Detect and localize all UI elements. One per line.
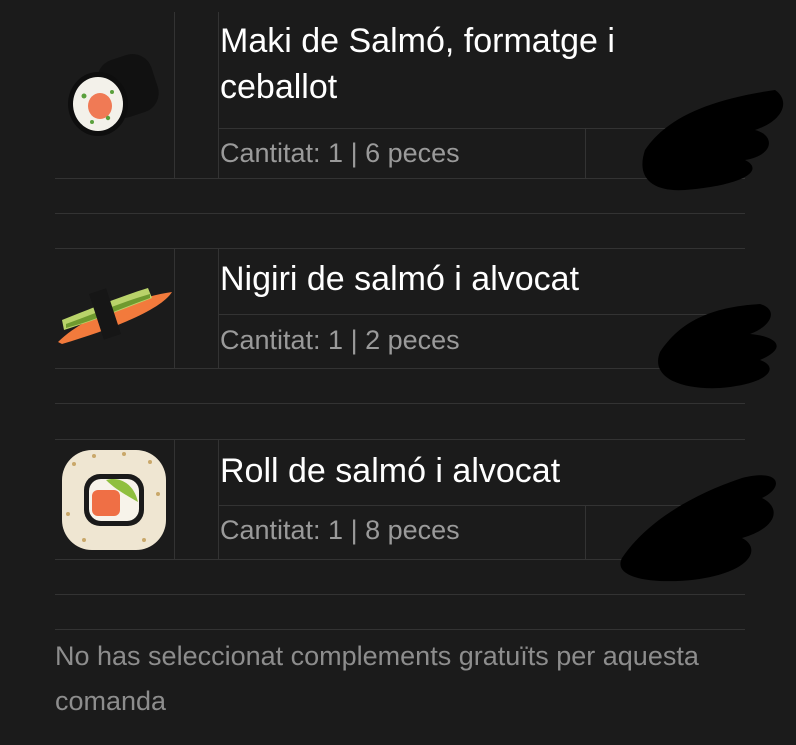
section-divider [55,403,745,404]
cell-divider [585,505,586,559]
free-extras-note: No has seleccionat complements gratuïts … [55,641,699,716]
item-quantity: Cantitat: 1 | 6 peces [220,138,460,168]
price-redaction [620,475,776,582]
item-title: Nigiri de salmó i alvocat [220,260,580,298]
section-divider [55,629,745,630]
item-quantity: Cantitat: 1 | 2 peces [220,325,460,355]
section-divider [55,439,745,440]
cell-divider [218,439,219,559]
price-redaction [642,90,784,191]
cell-divider [174,439,175,559]
cell-divider [585,128,586,178]
cell-divider [174,12,175,178]
uramaki-roll-image [62,450,166,550]
section-divider [55,213,745,214]
price-redaction [658,304,777,389]
cell-divider [218,248,219,368]
maki-roll-image [68,54,159,136]
cell-divider [218,12,219,178]
section-divider [55,594,745,595]
item-quantity: Cantitat: 1 | 8 peces [220,515,460,545]
nigiri-image [58,288,172,344]
section-divider [55,248,745,249]
